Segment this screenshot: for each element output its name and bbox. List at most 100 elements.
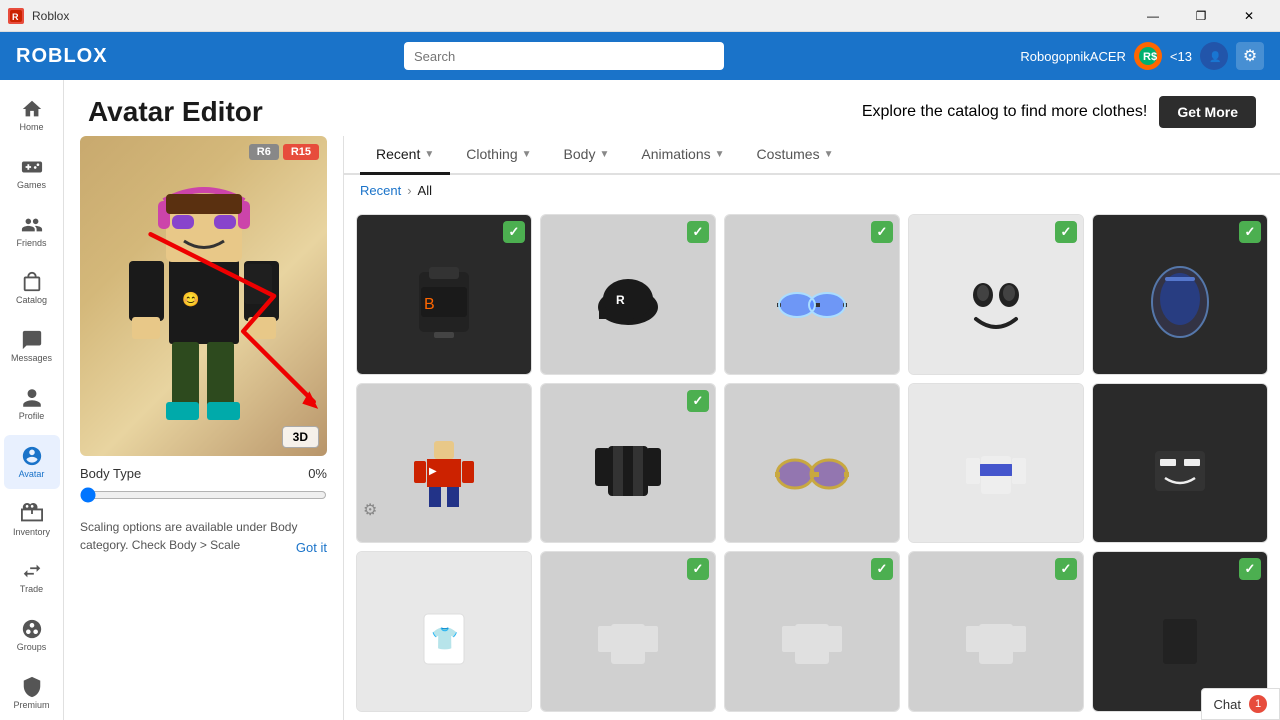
svg-text:R: R: [12, 12, 19, 22]
item-card-baseball-cap[interactable]: R ✓ Roblox Baseball Cap: [540, 214, 716, 375]
item-check-1: ✓: [503, 221, 525, 243]
item-thumb-1: B ✓: [357, 215, 531, 375]
maximize-button[interactable]: ❐: [1178, 0, 1224, 32]
sidebar-label-premium: Premium: [13, 700, 49, 710]
breadcrumb-parent[interactable]: Recent: [360, 183, 401, 198]
svg-text:😊: 😊: [182, 291, 199, 307]
sidebar-item-trade[interactable]: Trade: [4, 551, 60, 605]
catalog-panel: Recent ▼ Clothing ▼ Body ▼ Animations ▼: [344, 136, 1280, 720]
item-thumb-6: ▶ ⚙: [357, 384, 531, 544]
breadcrumb-separator: ›: [407, 183, 411, 198]
tab-clothing[interactable]: Clothing ▼: [450, 136, 547, 175]
sidebar-item-messages[interactable]: Messages: [4, 319, 60, 373]
body-type-pct: 0%: [308, 466, 327, 481]
got-it-button[interactable]: Got it: [296, 540, 327, 555]
item-card-stylish-aviators[interactable]: Stylish Aviators: [724, 383, 900, 544]
item-thumb-3: ✓: [725, 215, 899, 375]
sidebar-item-games[interactable]: Games: [4, 146, 60, 200]
svg-text:👕: 👕: [431, 626, 458, 651]
r6-badge[interactable]: R6: [249, 144, 279, 160]
svg-text:▶: ▶: [429, 466, 437, 477]
item-check-2: ✓: [687, 221, 709, 243]
avatar-panel: R6 R15: [64, 136, 344, 720]
cta-text: Explore the catalog to find more clothes…: [862, 103, 1148, 121]
costumes-chevron-icon: ▼: [824, 149, 834, 160]
view-3d-button[interactable]: 3D: [282, 426, 319, 448]
scaling-notice: Scaling options are available under Body…: [80, 518, 327, 555]
svg-text:R$: R$: [1143, 51, 1157, 63]
main-content: Avatar Editor Explore the catalog to fin…: [64, 80, 1280, 720]
avatar-figure: 😊: [114, 149, 294, 444]
r15-badge[interactable]: R15: [283, 144, 319, 160]
content-header: Avatar Editor Explore the catalog to fin…: [64, 80, 1280, 136]
item-check-4: ✓: [1055, 221, 1077, 243]
clothing-chevron-icon: ▼: [522, 149, 532, 160]
body-type-slider[interactable]: [80, 487, 327, 503]
nav-center: [404, 42, 724, 70]
item-card-14[interactable]: ✓: [908, 551, 1084, 712]
chat-badge: 1: [1249, 695, 1267, 713]
robux-amount: <13: [1170, 49, 1192, 64]
item-card-speedy-shades[interactable]: ✓ Speedy Shades: [724, 214, 900, 375]
search-input[interactable]: [404, 42, 724, 70]
item-thumb-4: ✓: [909, 215, 1083, 375]
editor-area: R6 R15: [64, 136, 1280, 720]
item-card-13[interactable]: ✓: [724, 551, 900, 712]
items-grid: B ✓ Build It Backpack R ✓ Roblox Basebal…: [344, 206, 1280, 720]
sidebar-label-profile: Profile: [19, 411, 45, 421]
item-thumb-14: ✓: [909, 552, 1083, 712]
body-chevron-icon: ▼: [599, 149, 609, 160]
item-card-man-face[interactable]: Man Face: [1092, 383, 1268, 544]
sidebar-item-premium[interactable]: Premium: [4, 666, 60, 720]
sidebar-label-inventory: Inventory: [13, 527, 50, 537]
item-card-timur[interactable]: ▶ ⚙ TIMUR: [356, 383, 532, 544]
sidebar-item-catalog[interactable]: Catalog: [4, 261, 60, 315]
item-card-winning-smile[interactable]: ✓ Winning Smile: [908, 214, 1084, 375]
item-card-roblox-jacket[interactable]: ✓ ROBLOX Jacket: [540, 383, 716, 544]
settings-icon[interactable]: ⚙: [1236, 42, 1264, 70]
username-label: RobogopnikACER: [1020, 49, 1126, 64]
recent-chevron-icon: ▼: [424, 149, 434, 160]
slider-container: [80, 487, 327, 508]
item-card-wonder-woman-shorts[interactable]: Wonder Woman Shorts: [908, 383, 1084, 544]
sidebar-item-avatar[interactable]: Avatar: [4, 435, 60, 489]
sidebar-label-avatar: Avatar: [19, 469, 45, 479]
item-card-12[interactable]: ✓: [540, 551, 716, 712]
tabs-row: Recent ▼ Clothing ▼ Body ▼ Animations ▼: [344, 136, 1280, 175]
tab-body[interactable]: Body ▼: [548, 136, 626, 175]
body-type-row: Body Type 0%: [80, 466, 327, 481]
item-card-build-it-backpack[interactable]: B ✓ Build It Backpack: [356, 214, 532, 375]
nav-right: RobogopnikACER R$ <13 👤 ⚙: [1020, 42, 1264, 70]
tab-costumes[interactable]: Costumes ▼: [741, 136, 850, 175]
sidebar-label-games: Games: [17, 180, 46, 190]
item-check-13: ✓: [871, 558, 893, 580]
minimize-button[interactable]: —: [1130, 0, 1176, 32]
sidebar-item-home[interactable]: Home: [4, 88, 60, 142]
tab-recent[interactable]: Recent ▼: [360, 136, 450, 175]
app-icon: R: [8, 8, 24, 24]
item-thumb-12: ✓: [541, 552, 715, 712]
item-thumb-11: 👕: [357, 552, 531, 712]
title-bar: R Roblox — ❐ ✕: [0, 0, 1280, 32]
item-thumb-10: [1093, 384, 1267, 544]
sidebar-item-inventory[interactable]: Inventory: [4, 493, 60, 547]
item-thumb-9: [909, 384, 1083, 544]
item-card-eggphone[interactable]: ✓ Eggphone: [1092, 214, 1268, 375]
sidebar-label-trade: Trade: [20, 584, 43, 594]
body-type-label: Body Type: [80, 466, 141, 481]
item-card-11[interactable]: 👕: [356, 551, 532, 712]
item-thumb-8: [725, 384, 899, 544]
close-button[interactable]: ✕: [1226, 0, 1272, 32]
sidebar-item-groups[interactable]: Groups: [4, 608, 60, 662]
svg-text:B: B: [424, 296, 435, 313]
robux-icon[interactable]: R$: [1134, 42, 1162, 70]
get-more-button[interactable]: Get More: [1159, 96, 1256, 128]
sidebar-label-messages: Messages: [11, 353, 52, 363]
chat-bar[interactable]: Chat 1: [1201, 688, 1280, 720]
sidebar-item-profile[interactable]: Profile: [4, 377, 60, 431]
tab-animations[interactable]: Animations ▼: [625, 136, 740, 175]
catalog-cta: Explore the catalog to find more clothes…: [862, 96, 1256, 128]
item-thumb-7: ✓: [541, 384, 715, 544]
breadcrumb-current: All: [418, 183, 432, 198]
sidebar-item-friends[interactable]: Friends: [4, 204, 60, 258]
